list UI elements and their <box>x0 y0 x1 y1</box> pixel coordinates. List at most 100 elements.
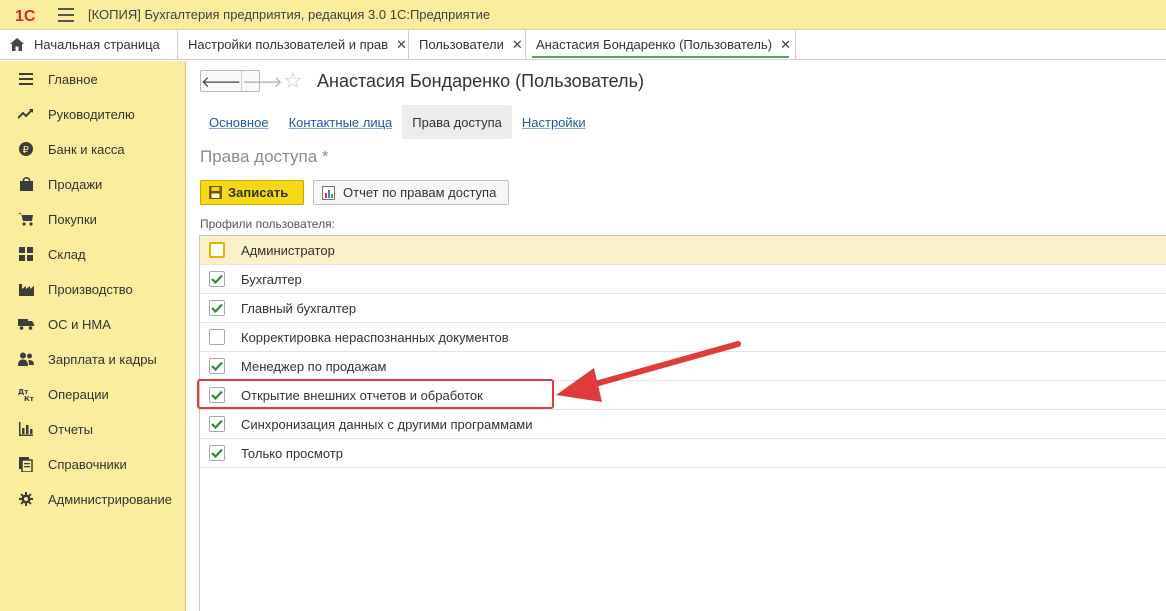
sidebar-item-label: Главное <box>48 71 98 87</box>
checkmark-icon <box>211 361 223 371</box>
profile-name: Администратор <box>241 242 335 258</box>
checkmark-icon <box>211 303 223 313</box>
window-title: [КОПИЯ] Бухгалтерия предприятия, редакци… <box>88 7 491 22</box>
form-subtabs: Основное Контактные лица Права доступа Н… <box>199 105 596 139</box>
sidebar-item-label: Производство <box>48 281 133 297</box>
sidebar-item-operations[interactable]: Дт Кт Операции <box>0 379 186 409</box>
profile-row[interactable]: Бухгалтер <box>200 265 1166 294</box>
1c-logo[interactable]: 1С <box>14 5 44 25</box>
tab-user-card[interactable]: Анастасия Бондаренко (Пользователь) ✕ <box>526 30 796 59</box>
sidebar-item-label: Склад <box>48 246 86 262</box>
checkmark-icon <box>211 448 223 458</box>
tab-home[interactable]: Начальная страница <box>0 30 178 59</box>
tab-label: Настройки пользователей и прав <box>188 37 389 52</box>
tab-label: Пользователи <box>419 37 504 52</box>
floppy-disk-icon <box>209 186 222 199</box>
forward-button[interactable]: 🡒 <box>241 71 282 91</box>
books-icon <box>18 456 34 472</box>
sidebar-item-purchases[interactable]: Покупки <box>0 204 186 234</box>
tab-users[interactable]: Пользователи ✕ <box>409 30 526 59</box>
profile-checkbox[interactable] <box>209 358 225 374</box>
cart-icon <box>18 211 34 227</box>
save-button[interactable]: Записать <box>200 180 304 205</box>
profile-row[interactable]: Администратор <box>200 236 1166 265</box>
dt-kt-icon: Дт Кт <box>18 386 34 402</box>
subtab-main[interactable]: Основное <box>199 105 279 139</box>
arrow-left-icon: 🡐 <box>201 73 242 91</box>
tab-label: Начальная страница <box>34 37 160 52</box>
shopping-bag-icon <box>18 176 34 192</box>
sidebar-item-label: ОС и НМА <box>48 316 111 332</box>
tab-user-settings[interactable]: Настройки пользователей и прав ✕ <box>178 30 409 59</box>
gear-icon <box>18 491 34 507</box>
page-title: Анастасия Бондаренко (Пользователь) <box>317 71 644 91</box>
sidebar-item-sales[interactable]: Продажи <box>0 169 186 199</box>
close-icon[interactable]: ✕ <box>780 37 791 53</box>
title-bar: 1С [КОПИЯ] Бухгалтерия предприятия, реда… <box>0 0 1166 30</box>
profile-name: Только просмотр <box>241 445 343 461</box>
favorite-star-icon[interactable]: ☆ <box>283 69 303 93</box>
profiles-label: Профили пользователя: <box>200 217 335 231</box>
profiles-list: Администратор Бухгалтер Главный бухгалте… <box>199 235 1166 611</box>
truck-icon <box>18 316 34 332</box>
sidebar-item-bank[interactable]: ₽ Банк и касса <box>0 134 186 164</box>
profile-checkbox[interactable] <box>209 445 225 461</box>
sections-sidebar: Главное Руководителю ₽ Банк и касса Прод… <box>0 61 186 611</box>
access-report-button[interactable]: Отчет по правам доступа <box>313 180 509 205</box>
warehouse-icon <box>18 246 34 262</box>
close-icon[interactable]: ✕ <box>512 37 523 53</box>
sidebar-item-label: Зарплата и кадры <box>48 351 157 367</box>
close-icon[interactable]: ✕ <box>396 37 407 53</box>
trend-icon <box>18 106 34 122</box>
profile-checkbox[interactable] <box>209 416 225 432</box>
subtab-access-rights[interactable]: Права доступа <box>402 105 512 139</box>
annotation-arrow-icon <box>556 341 741 402</box>
sidebar-item-label: Справочники <box>48 456 127 472</box>
profile-checkbox[interactable] <box>209 271 225 287</box>
svg-text:Кт: Кт <box>24 395 34 401</box>
sidebar-item-label: Покупки <box>48 211 97 227</box>
factory-icon <box>18 281 34 297</box>
people-icon <box>18 351 34 367</box>
subtab-settings[interactable]: Настройки <box>512 105 596 139</box>
sidebar-item-reports[interactable]: Отчеты <box>0 414 186 444</box>
profile-name: Менеджер по продажам <box>241 358 387 374</box>
svg-text:₽: ₽ <box>23 145 30 156</box>
sidebar-item-catalogs[interactable]: Справочники <box>0 449 186 479</box>
sidebar-item-salary[interactable]: Зарплата и кадры <box>0 344 186 374</box>
report-icon <box>322 185 335 200</box>
sidebar-item-warehouse[interactable]: Склад <box>0 239 186 269</box>
profile-name: Синхронизация данных с другими программа… <box>241 416 533 432</box>
back-button[interactable]: 🡐 <box>201 71 241 91</box>
access-report-button-label: Отчет по правам доступа <box>343 185 497 200</box>
profile-checkbox[interactable] <box>209 329 225 345</box>
sidebar-item-label: Руководителю <box>48 106 135 122</box>
sidebar-item-fixed-assets[interactable]: ОС и НМА <box>0 309 186 339</box>
home-icon <box>10 38 24 51</box>
sidebar-item-main[interactable]: Главное <box>0 64 186 94</box>
sidebar-item-label: Продажи <box>48 176 103 192</box>
profile-checkbox[interactable] <box>209 242 225 258</box>
checkmark-icon <box>211 419 223 429</box>
sidebar-item-manager[interactable]: Руководителю <box>0 99 186 129</box>
arrow-right-icon: 🡒 <box>242 73 283 91</box>
save-button-label: Записать <box>228 185 289 200</box>
sidebar-item-production[interactable]: Производство <box>0 274 186 304</box>
sidebar-item-administration[interactable]: Администрирование <box>0 484 186 514</box>
svg-text:1С: 1С <box>15 8 36 24</box>
main-menu-icon[interactable] <box>58 7 74 22</box>
profile-checkbox[interactable] <box>209 300 225 316</box>
profile-row[interactable]: Главный бухгалтер <box>200 294 1166 323</box>
bar-chart-icon <box>18 421 34 437</box>
menu-lines-icon <box>18 71 34 87</box>
profile-name: Главный бухгалтер <box>241 300 357 316</box>
profile-row[interactable]: Только просмотр <box>200 439 1166 468</box>
sidebar-item-label: Администрирование <box>48 491 172 507</box>
sidebar-item-label: Отчеты <box>48 421 93 437</box>
checkmark-icon <box>211 274 223 284</box>
subtab-contacts[interactable]: Контактные лица <box>279 105 403 139</box>
section-title: Права доступа * <box>200 147 329 166</box>
annotation-highlight-box <box>197 379 554 409</box>
profile-name: Бухгалтер <box>241 271 302 287</box>
profile-name: Корректировка нераспознанных документов <box>241 329 509 345</box>
